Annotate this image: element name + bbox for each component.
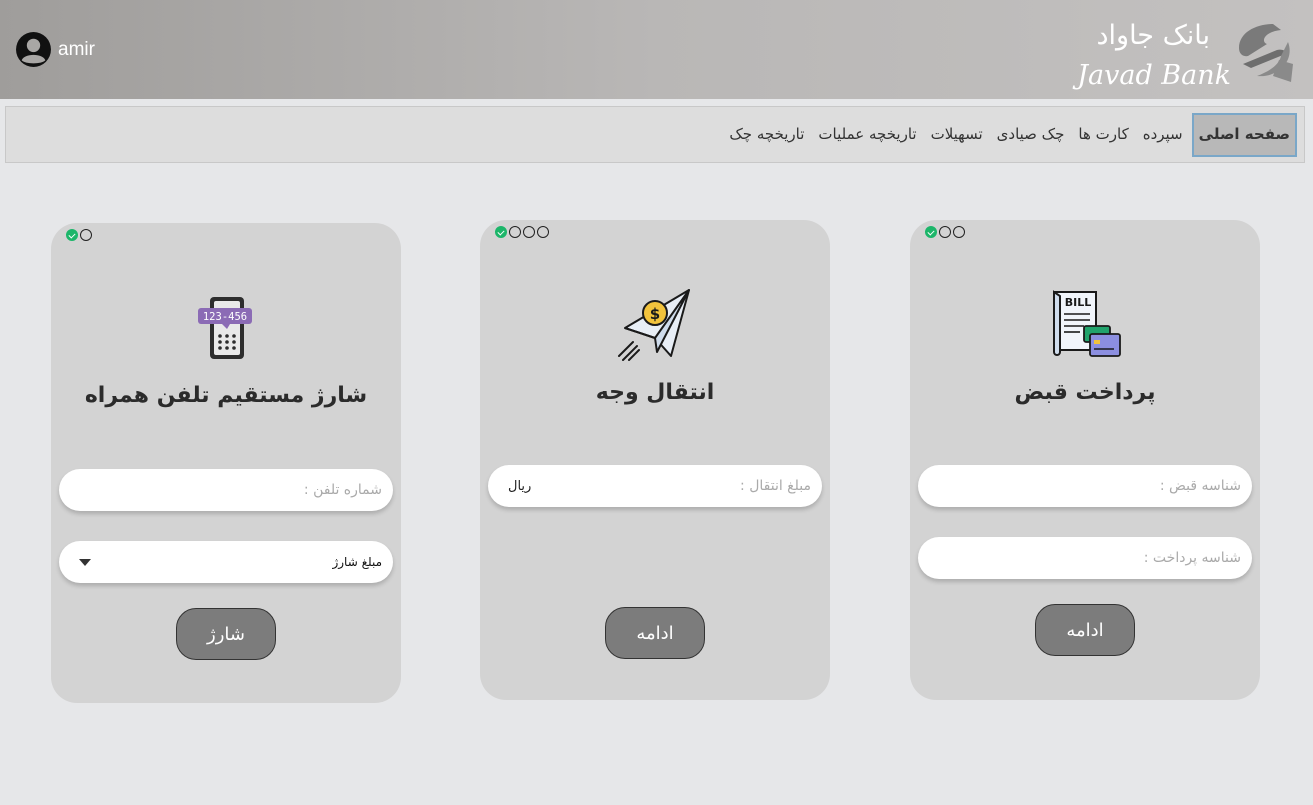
nav-item-loans[interactable]: تسهیلات	[924, 127, 990, 142]
nav-item-cards[interactable]: کارت ها	[1071, 127, 1135, 142]
transfer-amount-placeholder: مبلغ انتقال :	[740, 478, 811, 494]
user-menu[interactable]: amir	[15, 31, 95, 68]
phone-number-input[interactable]: شماره تلفن :	[59, 469, 393, 511]
phone-number-placeholder: شماره تلفن :	[303, 482, 382, 498]
charge-amount-select[interactable]: مبلغ شارژ	[59, 541, 393, 583]
step-indicator	[495, 226, 549, 238]
charge-button[interactable]: شارژ	[176, 608, 276, 660]
brand-name-fa: بانک جاواد	[1096, 20, 1210, 51]
bill-continue-button[interactable]: ادامه	[1035, 604, 1135, 656]
dollar-sign-text: $	[650, 305, 660, 323]
money-transfer-card: $ انتقال وجه مبلغ انتقال : ریال ادامه	[480, 220, 830, 700]
bank-logo-icon	[1239, 24, 1293, 82]
step-dot	[80, 229, 92, 241]
transfer-continue-button[interactable]: ادامه	[605, 607, 705, 659]
step-dot	[537, 226, 549, 238]
transfer-amount-input[interactable]: مبلغ انتقال : ریال	[488, 465, 822, 507]
transfer-card-title: انتقال وجه	[595, 380, 715, 405]
step-dot	[939, 226, 951, 238]
top-header: amir بانک جاواد Javad Bank	[0, 0, 1313, 99]
bill-id-input[interactable]: شناسه قبض :	[918, 465, 1252, 507]
step-dot-completed	[925, 226, 937, 238]
nav-item-home[interactable]: صفحه اصلی	[1191, 112, 1297, 157]
bill-id-placeholder: شناسه قبض :	[1159, 478, 1241, 494]
nav-item-deposit[interactable]: سپرده	[1136, 127, 1190, 142]
charge-card-title: شارژ مستقیم تلفن همراه	[84, 383, 368, 408]
nav-item-sayad-cheque[interactable]: چک صیادی	[990, 127, 1072, 142]
payment-id-input[interactable]: شناسه پرداخت :	[918, 537, 1252, 579]
step-dot-completed	[495, 226, 507, 238]
main-nav: صفحه اصلی سپرده کارت ها چک صیادی تسهیلات…	[5, 106, 1305, 163]
step-dot-completed	[66, 229, 78, 241]
bill-icon: BILL	[1053, 290, 1121, 357]
user-avatar-icon	[16, 32, 51, 67]
step-indicator	[925, 226, 965, 238]
currency-unit: ریال	[508, 478, 532, 494]
payment-id-placeholder: شناسه پرداخت :	[1143, 550, 1241, 566]
bill-icon-text: BILL	[1065, 296, 1092, 309]
mobile-charge-card: 123-456 شارژ مستقیم تلفن همراه شماره تلف…	[51, 223, 401, 703]
topup-icon-text: 123-456	[203, 311, 247, 323]
bill-card-title: پرداخت قبض	[1014, 380, 1156, 405]
paper-plane-money-icon: $	[618, 289, 690, 361]
bill-payment-card: BILL پرداخت قبض شناسه قبض : شناسه پرداخت…	[910, 220, 1260, 700]
mobile-topup-icon: 123-456	[198, 297, 252, 359]
step-dot	[523, 226, 535, 238]
chevron-down-icon[interactable]	[79, 558, 91, 566]
step-indicator	[66, 229, 92, 241]
user-name: amir	[58, 38, 95, 60]
step-dot	[509, 226, 521, 238]
step-dot	[953, 226, 965, 238]
brand-name-en: Javad Bank	[1077, 60, 1231, 91]
nav-item-transaction-history[interactable]: تاریخچه عملیات	[811, 127, 923, 142]
brand-logo-block[interactable]: بانک جاواد Javad Bank	[1065, 14, 1295, 94]
nav-item-cheque-history[interactable]: تاریخچه چک	[722, 127, 811, 142]
charge-amount-selected: مبلغ شارژ	[332, 555, 382, 569]
